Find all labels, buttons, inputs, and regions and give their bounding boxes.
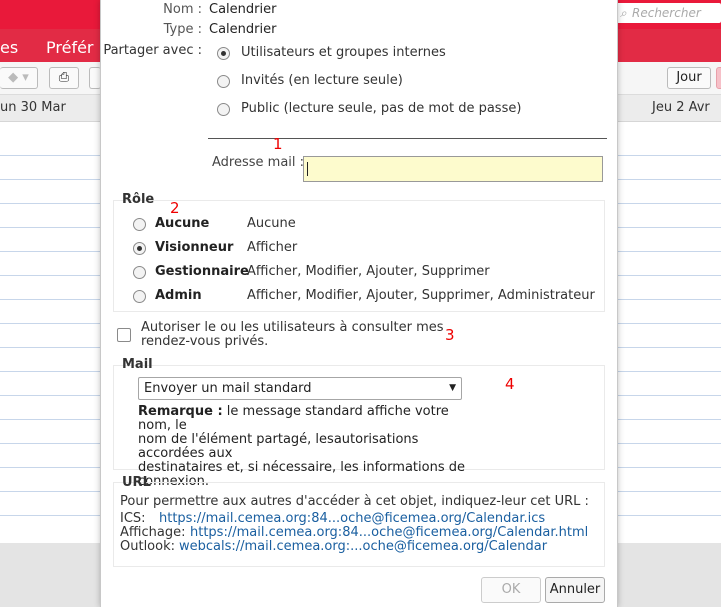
week-view-button[interactable] [716,67,721,89]
url-legend: URL [122,475,151,490]
email-label: Adresse mail : [212,155,305,170]
nav-item-partial-1[interactable]: es [0,38,18,57]
private-events-line-1: Autoriser le ou les utilisateurs à consu… [141,320,444,335]
chevron-down-icon: ▼ [449,383,456,393]
mail-note-line-2: nom de l'élément partagé, lesautorisatio… [138,432,419,461]
print-icon: ⎙ [58,70,70,85]
day-view-button[interactable]: Jour [667,67,711,89]
cancel-button[interactable]: Annuler [545,577,605,603]
email-input[interactable] [303,156,603,182]
day-header-thu: Jeu 2 Avr [652,100,710,115]
affichage-label: Affichage: [120,525,186,540]
ok-button[interactable]: OK [481,577,541,603]
mail-type-value: Envoyer un mail standard [144,381,312,396]
share-internal-label[interactable]: Utilisateurs et groupes internes [241,45,446,60]
share-with-label: Partager avec : [103,43,202,58]
share-public-radio[interactable] [217,103,230,116]
role-manager-label[interactable]: Gestionnaire [155,264,249,279]
search-box[interactable]: ⌕ Rechercher [616,3,721,23]
share-dialog: Nom : Calendrier Type : Calendrier Parta… [100,0,618,607]
tag-button[interactable]: ◆ ▾ [0,67,38,89]
private-events-label[interactable]: Autoriser le ou les utilisateurs à consu… [141,321,444,349]
tag-icon: ◆ ▾ [8,70,29,85]
search-icon: ⌕ [620,6,627,20]
text-caret [307,162,308,176]
divider [208,138,607,139]
role-viewer-label[interactable]: Visionneur [155,240,233,255]
role-none-radio[interactable] [133,218,146,231]
ics-link[interactable]: https://mail.cemea.org:84...oche@ficemea… [159,511,545,526]
mail-note: Remarque : le message standard affiche v… [138,405,478,489]
role-manager-desc: Afficher, Modifier, Ajouter, Supprimer [247,264,490,279]
role-none-label[interactable]: Aucune [155,216,209,231]
mail-type-select[interactable]: Envoyer un mail standard ▼ [138,377,462,400]
name-value: Calendrier [209,2,277,17]
role-viewer-desc: Afficher [247,240,298,255]
role-admin-desc: Afficher, Modifier, Ajouter, Supprimer, … [247,288,595,303]
name-label: Nom : [163,2,202,17]
share-internal-radio[interactable] [217,47,230,60]
affichage-link[interactable]: https://mail.cemea.org:84...oche@ficemea… [190,525,588,540]
type-label: Type : [163,22,202,37]
type-value: Calendrier [209,22,277,37]
share-public-label[interactable]: Public (lecture seule, pas de mot de pas… [241,101,521,116]
day-header-mon: un 30 Mar [0,100,66,115]
role-manager-radio[interactable] [133,266,146,279]
annotation-3: 3 [445,326,455,344]
role-admin-label[interactable]: Admin [155,288,202,303]
role-viewer-radio[interactable] [133,242,146,255]
ics-label: ICS: [120,511,146,526]
private-events-checkbox[interactable] [117,328,131,342]
annotation-4: 4 [505,375,515,393]
mail-legend: Mail [122,357,153,372]
mail-note-bold: Remarque : [138,404,223,419]
mail-note-line-3: destinataires et, si nécessaire, les inf… [138,460,465,475]
role-admin-radio[interactable] [133,290,146,303]
nav-item-preferences[interactable]: Préfér [46,38,94,57]
outlook-label: Outlook: [120,539,175,554]
annotation-2: 2 [170,199,180,217]
outlook-link[interactable]: webcals://mail.cemea.org:...oche@ficemea… [179,539,547,554]
url-intro: Pour permettre aux autres d'accéder à ce… [120,494,589,509]
share-guests-radio[interactable] [217,75,230,88]
role-legend: Rôle [122,192,155,207]
share-guests-label[interactable]: Invités (en lecture seule) [241,73,403,88]
search-placeholder: Rechercher [632,6,701,20]
private-events-line-2: rendez-vous privés. [141,334,269,349]
annotation-1: 1 [273,135,283,153]
role-none-desc: Aucune [247,216,296,231]
print-button[interactable]: ⎙ [49,67,79,89]
